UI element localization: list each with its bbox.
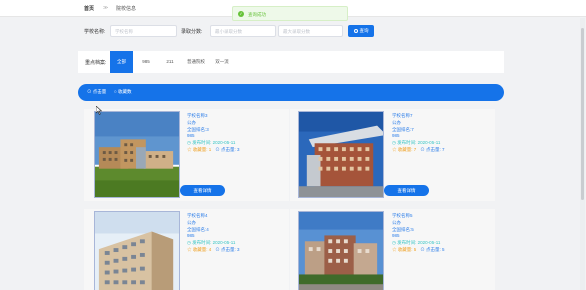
filter-tab-985[interactable]: 985 — [135, 51, 157, 73]
category-filter-bar: 重点档案: 全部 985 211 普通院校 双一流 — [78, 51, 504, 73]
page-scrollbar[interactable] — [580, 18, 585, 290]
view-details-button[interactable]: 查看详情 — [180, 185, 225, 196]
school-rank: 全国排名:5 — [392, 226, 414, 232]
mouse-cursor-icon — [96, 106, 102, 115]
school-photo[interactable] — [94, 211, 180, 290]
school-card: 学校名称4 公办 全国排名:4 985 ◷ 发布时间: 2020-05-11 ☆… — [84, 209, 289, 290]
click-count: ⊙ 点击量: 5 — [420, 246, 445, 252]
school-info: 学校名称5 公办 全国排名:5 985 ◷ 发布时间: 2020-05-11 ☆… — [392, 213, 445, 254]
scrollbar-thumb[interactable] — [581, 28, 584, 200]
school-type: 公办 — [392, 119, 401, 125]
school-photo[interactable] — [94, 111, 180, 198]
favorite-count: ☆ 收藏量: 7 — [392, 146, 417, 152]
favorite-count: ☆ 收藏量: 1 — [187, 146, 212, 152]
school-name[interactable]: 学校名称4 — [187, 213, 240, 220]
school-card: 学校名称3 公办 全国排名:3 985 ◷ 发布时间: 2020-05-11 ☆… — [84, 109, 289, 201]
publish-time: ◷ 发布时间: 2020-05-11 — [392, 240, 441, 246]
click-count: ⊙ 点击量: 7 — [420, 146, 445, 152]
filter-tab-regular[interactable]: 普通院校 — [183, 51, 209, 73]
favorite-count: ☆ 收藏量: 4 — [187, 246, 212, 252]
search-button-label: 查询 — [359, 28, 369, 33]
max-score-input[interactable] — [278, 25, 343, 37]
filter-tab-all[interactable]: 全部 — [110, 51, 133, 73]
view-details-button[interactable]: 查看详情 — [384, 185, 429, 196]
check-circle-icon: ✓ — [238, 11, 244, 17]
publish-time: ◷ 发布时间: 2020-05-11 — [392, 140, 441, 146]
school-rank: 全国排名:3 — [187, 126, 209, 132]
publish-time: ◷ 发布时间: 2020-05-11 — [187, 140, 236, 146]
school-type: 公办 — [392, 219, 401, 225]
publish-time: ◷ 发布时间: 2020-05-11 — [187, 240, 236, 246]
click-count: ⊙ 点击量: 3 — [215, 146, 240, 152]
score-label: 录取分数: — [181, 29, 203, 35]
school-name[interactable]: 学校名称3 — [187, 113, 240, 120]
filter-tab-double-first-class[interactable]: 双一流 — [210, 51, 234, 73]
sort-by-favorites-tab[interactable]: ○ 收藏数 — [114, 89, 131, 95]
school-info: 学校名称7 公办 全国排名:7 985 ◷ 发布时间: 2020-05-11 ☆… — [392, 113, 445, 154]
school-name[interactable]: 学校名称7 — [392, 113, 445, 120]
filter-tab-211[interactable]: 211 — [159, 51, 181, 73]
sort-by-clicks-tab[interactable]: ⊙ 点击量 — [87, 89, 106, 95]
school-photo[interactable] — [298, 111, 384, 198]
breadcrumb-home[interactable]: 首页 — [84, 5, 94, 12]
school-rank: 全国排名:4 — [187, 226, 209, 232]
sort-tab-bar: ⊙ 点击量 ○ 收藏数 — [78, 84, 504, 101]
school-name-label: 学校名称: — [84, 29, 106, 35]
success-toast: ✓ 查询成功 — [232, 6, 348, 21]
school-name-input[interactable] — [110, 25, 177, 37]
school-card: 学校名称7 公办 全国排名:7 985 ◷ 发布时间: 2020-05-11 ☆… — [290, 109, 495, 201]
search-icon — [353, 28, 358, 33]
breadcrumb-current: 院校信息 — [116, 6, 137, 12]
click-count: ⊙ 点击量: 3 — [215, 246, 240, 252]
school-card: 学校名称5 公办 全国排名:5 985 ◷ 发布时间: 2020-05-11 ☆… — [290, 209, 495, 290]
school-type: 公办 — [187, 119, 196, 125]
school-info: 学校名称4 公办 全国排名:4 985 ◷ 发布时间: 2020-05-11 ☆… — [187, 213, 240, 254]
favorite-count: ☆ 收藏量: 5 — [392, 246, 417, 252]
toast-message: 查询成功 — [248, 12, 266, 17]
school-info: 学校名称3 公办 全国排名:3 985 ◷ 发布时间: 2020-05-11 ☆… — [187, 113, 240, 154]
school-type: 公办 — [187, 219, 196, 225]
search-form: 学校名称: 录取分数: 查询 — [78, 20, 504, 42]
filter-label: 重点档案: — [85, 60, 107, 66]
school-name[interactable]: 学校名称5 — [392, 213, 445, 220]
school-photo[interactable] — [298, 211, 384, 290]
min-score-input[interactable] — [210, 25, 276, 37]
school-rank: 全国排名:7 — [392, 126, 414, 132]
search-button[interactable]: 查询 — [348, 25, 374, 37]
breadcrumb-separator: ≫ — [103, 4, 109, 11]
